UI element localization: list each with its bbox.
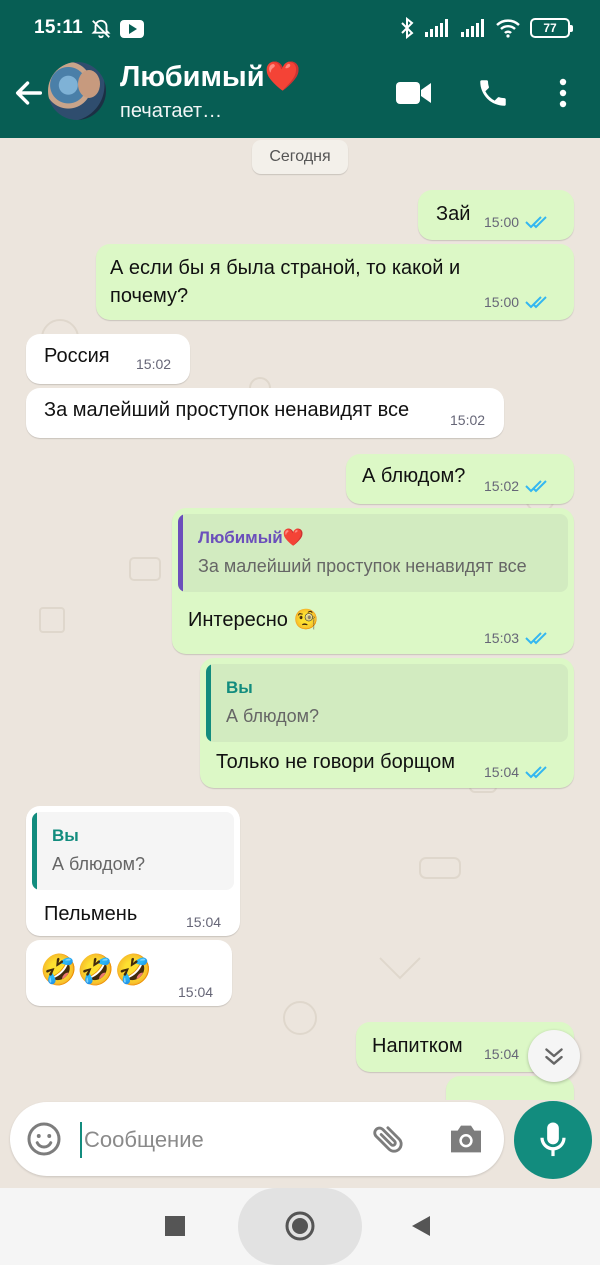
battery-indicator: 77 <box>530 18 573 38</box>
date-separator: Сегодня <box>252 140 348 174</box>
system-navigation-bar <box>0 1188 600 1265</box>
quote-text: А блюдом? <box>52 854 146 874</box>
quoted-message[interactable]: Любимый❤️ За малейший проступок ненавидя… <box>178 514 568 592</box>
back-arrow-icon[interactable] <box>12 76 46 110</box>
message-outgoing[interactable]: А блюдом? 15:02 <box>346 454 574 504</box>
chat-area[interactable]: Сегодня Зай 15:00 А если бы я была стран… <box>0 138 600 1100</box>
chat-header: 15:11 77 Любимый❤️ печатает… <box>0 0 600 138</box>
voice-record-button[interactable] <box>514 1101 592 1179</box>
message-time: 15:00 <box>484 294 520 310</box>
message-input[interactable] <box>80 1122 350 1158</box>
back-button[interactable] <box>410 1214 432 1238</box>
status-bar: 15:11 77 <box>0 0 600 56</box>
quote-text: А блюдом? <box>226 706 320 726</box>
message-time: 15:04 <box>484 1046 520 1062</box>
message-incoming[interactable]: За малейший проступок ненавидят все 15:0… <box>26 388 504 438</box>
contact-avatar[interactable] <box>48 62 106 120</box>
scroll-to-bottom-button[interactable] <box>528 1030 580 1082</box>
home-button[interactable] <box>284 1210 316 1242</box>
quote-author: Вы <box>226 678 253 697</box>
youtube-icon <box>120 20 144 38</box>
video-call-icon[interactable] <box>396 80 432 106</box>
contact-status: печатает… <box>120 100 223 122</box>
status-time: 15:11 <box>34 17 84 38</box>
contact-name[interactable]: Любимый❤️ <box>120 60 301 94</box>
notifications-off-icon <box>91 19 111 39</box>
message-outgoing[interactable]: А если бы я была страной, то какой и поч… <box>96 244 574 320</box>
mic-icon <box>540 1122 566 1157</box>
message-text: За малейший проступок ненавидят все <box>44 399 410 421</box>
message-time: 15:04 <box>484 764 520 780</box>
message-text: Напитком <box>372 1035 463 1057</box>
message-incoming[interactable]: 🤣🤣🤣 15:04 <box>26 940 232 1006</box>
message-time: 15:02 <box>484 478 520 494</box>
phone-icon[interactable] <box>476 76 510 110</box>
read-receipt-icon <box>525 216 547 229</box>
message-time: 15:04 <box>186 914 222 930</box>
emoji-icon[interactable] <box>26 1121 62 1157</box>
attach-icon[interactable] <box>370 1120 408 1158</box>
bluetooth-icon <box>401 17 414 39</box>
read-receipt-icon <box>525 766 547 779</box>
read-receipt-icon <box>525 632 547 645</box>
quote-author: Вы <box>52 826 79 845</box>
message-text-line1: А если бы я была страной, то какой и <box>110 257 461 279</box>
message-text: Только не говори борщом <box>216 751 455 773</box>
message-outgoing[interactable]: Зай 15:00 <box>418 190 574 240</box>
message-text: Пельмень <box>44 903 138 925</box>
signal-icon <box>425 19 448 37</box>
message-text: А блюдом? <box>362 465 466 487</box>
message-text: Россия <box>44 345 110 367</box>
quote-author: Любимый❤️ <box>198 528 304 547</box>
message-time: 15:02 <box>136 356 172 372</box>
wifi-icon <box>496 19 520 38</box>
camera-icon[interactable] <box>446 1120 486 1158</box>
message-text: Зай <box>436 203 471 225</box>
message-incoming-reply[interactable]: Вы А блюдом? Пельмень 15:04 <box>26 806 240 936</box>
message-time: 15:00 <box>484 214 520 230</box>
app-bar: Любимый❤️ печатает… <box>0 56 600 138</box>
message-outgoing-reply[interactable]: Любимый❤️ За малейший проступок ненавидя… <box>172 508 574 654</box>
message-composer <box>10 1102 504 1176</box>
message-time: 15:02 <box>450 412 486 428</box>
signal-icon-2 <box>461 19 484 37</box>
scroll-down-icon <box>545 1048 563 1065</box>
message-time: 15:04 <box>178 984 214 1000</box>
message-time: 15:03 <box>484 630 520 646</box>
message-incoming[interactable]: Россия 15:02 <box>26 334 190 384</box>
read-receipt-icon <box>525 296 547 309</box>
message-text: 🤣🤣🤣 <box>40 954 153 987</box>
message-outgoing-reply[interactable]: Вы А блюдом? Только не говори борщом 15:… <box>200 658 574 788</box>
more-vert-icon[interactable] <box>552 78 574 108</box>
message-text-line2: почему? <box>110 285 189 307</box>
quote-text: За малейший проступок ненавидят все <box>198 556 527 576</box>
recents-button[interactable] <box>165 1216 185 1236</box>
read-receipt-icon <box>525 480 547 493</box>
quoted-message[interactable]: Вы А блюдом? <box>32 812 234 890</box>
quoted-message[interactable]: Вы А блюдом? <box>206 664 568 742</box>
message-text: Интересно 🧐 <box>188 609 319 631</box>
